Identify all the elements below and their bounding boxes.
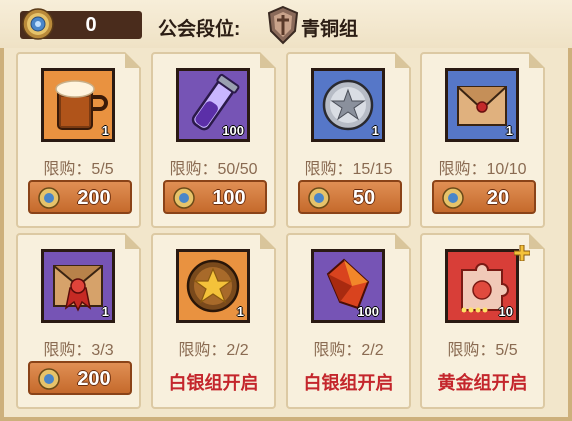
purchase-limit: 限购：50/50 bbox=[169, 161, 258, 178]
price-value: 200 bbox=[77, 187, 111, 209]
item-quantity: 100 bbox=[357, 304, 379, 319]
item-icon-frame: 1 bbox=[311, 68, 385, 142]
rank-label: 公会段位: bbox=[158, 19, 241, 40]
price-value: 20 bbox=[486, 187, 510, 209]
currency-value: 0 bbox=[85, 14, 97, 36]
item-quantity: 1 bbox=[101, 123, 109, 138]
shop-item-card[interactable]: 1 限购：10/10 20 bbox=[420, 52, 545, 228]
item-icon-frame: 1 bbox=[445, 68, 519, 142]
purchase-limit: 限购：5/5 bbox=[43, 161, 114, 178]
price-value: 100 bbox=[212, 187, 246, 209]
buy-button[interactable]: 200 bbox=[28, 361, 132, 395]
item-quantity: 1 bbox=[236, 304, 244, 319]
buy-button[interactable]: 100 bbox=[163, 180, 267, 214]
guild-coin-icon bbox=[308, 187, 330, 209]
purchase-limit: 限购：5/5 bbox=[447, 342, 518, 359]
item-icon-frame: 1 bbox=[41, 249, 115, 323]
unlock-requirement: 白银组开启 bbox=[303, 373, 394, 393]
unlock-requirement: 白银组开启 bbox=[168, 373, 259, 393]
top-bar: 0 公会段位: 青铜组 bbox=[0, 0, 572, 48]
item-icon-frame: 1 bbox=[176, 249, 250, 323]
guild-coin-icon bbox=[173, 187, 195, 209]
shop-item-card[interactable]: 100 限购：2/2 白银组开启 bbox=[286, 233, 411, 409]
purchase-limit: 限购：15/15 bbox=[304, 161, 393, 178]
guild-coin-icon bbox=[38, 368, 60, 390]
shop-item-card[interactable]: 1 限购：5/5 200 bbox=[16, 52, 141, 228]
price-value: 50 bbox=[352, 187, 376, 209]
shop-item-card[interactable]: 1 限购：15/15 50 bbox=[286, 52, 411, 228]
unlock-requirement: 黄金组开启 bbox=[437, 373, 528, 393]
buy-button[interactable]: 20 bbox=[432, 180, 536, 214]
price-value: 200 bbox=[77, 368, 111, 390]
item-quantity: 10 bbox=[498, 304, 513, 319]
shop-item-card[interactable]: 1 限购：2/2 白银组开启 bbox=[151, 233, 276, 409]
item-quantity: 1 bbox=[101, 304, 109, 319]
bronze-shield-emblem-icon bbox=[267, 5, 299, 45]
item-icon-frame: 100 bbox=[176, 68, 250, 142]
item-quantity: 1 bbox=[371, 123, 379, 138]
shop-item-card[interactable]: 10 限购：5/5 黄金组开启 bbox=[420, 233, 545, 409]
purchase-limit: 限购：10/10 bbox=[438, 161, 527, 178]
item-quantity: 100 bbox=[222, 123, 244, 138]
guild-coin-icon bbox=[442, 187, 464, 209]
item-icon-frame: 10 bbox=[445, 249, 519, 323]
purchase-limit: 限购：3/3 bbox=[43, 342, 114, 359]
item-quantity: 1 bbox=[505, 123, 513, 138]
item-icon-frame: 1 bbox=[41, 68, 115, 142]
purchase-limit: 限购：2/2 bbox=[313, 342, 384, 359]
buy-button[interactable]: 50 bbox=[298, 180, 402, 214]
guild-coin-icon bbox=[38, 187, 60, 209]
rank-name: 青铜组 bbox=[301, 19, 359, 40]
guild-coin-icon bbox=[22, 8, 54, 40]
purchase-limit: 限购：2/2 bbox=[178, 342, 249, 359]
shop-item-card[interactable]: 1 限购：3/3 200 bbox=[16, 233, 141, 409]
item-icon-frame: 100 bbox=[311, 249, 385, 323]
shop-item-card[interactable]: 100 限购：50/50 100 bbox=[151, 52, 276, 228]
buy-button[interactable]: 200 bbox=[28, 180, 132, 214]
plus-badge-icon bbox=[514, 245, 530, 261]
